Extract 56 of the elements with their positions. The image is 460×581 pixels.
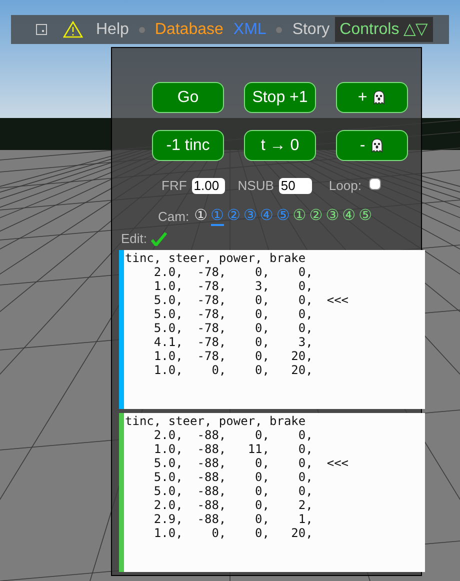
script-line: 2.0, -88, 0, 2, (152, 498, 313, 512)
control-button[interactable]: Stop +1 (244, 82, 316, 113)
ghost-icon (372, 90, 386, 105)
control-button[interactable]: + (336, 82, 408, 113)
script-line: 1.0, -78, 3, 0, (152, 278, 313, 292)
frf-label: FRF (162, 177, 187, 195)
nsub-label: NSUB (238, 177, 274, 195)
menu-tab[interactable]: Controls △▽ (334, 17, 433, 42)
script-editor[interactable]: tinc, steer, power, brake 2.0, -88, 0, 0, 1.0, -88, 11, 0, 5.0, -88, 0, 0, <<< 5.0, -88, 0, 0, 5.0, -88, 0, 0, 2.0, -88, 0, 2, 2.9, -88, 0, 1, 1.0, 0, 0, 20, (119, 412, 425, 572)
script-line: 2.9, -88, 0, 1, (152, 512, 313, 526)
cam-option[interactable]: ④ (260, 206, 274, 226)
control-button[interactable]: - (336, 130, 408, 161)
cam-option[interactable]: ④ (342, 206, 356, 226)
warning-icon[interactable] (63, 21, 83, 38)
script-line: 5.0, -78, 0, 0, (152, 292, 313, 306)
current-line-marker: <<< (326, 456, 349, 470)
script-line: tinc, steer, power, brake (125, 414, 306, 428)
cam-option[interactable]: ③ (326, 206, 340, 226)
script-line: 5.0, -88, 0, 0, (152, 456, 313, 470)
menu-tab-label: Controls △▽ (340, 20, 428, 40)
control-button[interactable]: -1 tinc (152, 130, 224, 161)
loop-label: Loop: (328, 177, 362, 195)
cam-option[interactable]: ⑤ (358, 206, 372, 226)
frf-input[interactable]: 1.00 (192, 178, 225, 194)
script-line: 5.0, -78, 0, 0, (152, 320, 313, 334)
script-line: 2.0, -88, 0, 0, (152, 428, 313, 442)
script-line: 1.0, 0, 0, 20, (152, 362, 313, 376)
cam-option[interactable]: ② (309, 206, 323, 226)
cam-label: Cam: (158, 208, 190, 226)
cam-option[interactable]: ② (226, 206, 240, 226)
cam-option[interactable]: ① (292, 206, 306, 226)
script-line: 2.0, -78, 0, 0, (152, 264, 313, 278)
script-line: 5.0, -88, 0, 0, (152, 470, 313, 484)
control-button[interactable]: t → 0 (244, 130, 316, 161)
edit-label: Edit: (121, 230, 148, 248)
script-line: 5.0, -78, 0, 0, (152, 306, 313, 320)
control-button[interactable]: Go (152, 82, 224, 113)
script-line: 5.0, -88, 0, 0, (152, 484, 313, 498)
script-editor[interactable]: tinc, steer, power, brake 2.0, -78, 0, 0, 1.0, -78, 3, 0, 5.0, -78, 0, 0, <<< 5.0, -78, 0, 0, 5.0, -78, 0, 0, 4.1, -78, 0, 3, 1.0, -78, 0, 20, 1.0, 0, 0, 20, (119, 250, 425, 408)
current-line-marker: <<< (326, 292, 349, 306)
cam-option[interactable]: ① (194, 206, 208, 226)
script-line: 1.0, 0, 0, 20, (152, 526, 313, 540)
cam-option[interactable]: ① (210, 206, 224, 226)
menu-link[interactable]: Story (287, 17, 335, 42)
cam-option[interactable]: ③ (243, 206, 257, 226)
menu-link[interactable]: Database (150, 17, 228, 42)
loop-checkbox[interactable] (369, 178, 382, 190)
square-icon[interactable] (36, 24, 47, 35)
cam-option[interactable]: ⑤ (276, 206, 290, 226)
script-line: 1.0, -88, 11, 0, (152, 442, 313, 456)
script-line: tinc, steer, power, brake (125, 250, 306, 264)
script-line: 1.0, -78, 0, 20, (152, 348, 313, 362)
ghost-icon (370, 138, 384, 153)
nsub-input[interactable]: 50 (278, 178, 312, 194)
script-line: 4.1, -78, 0, 3, (152, 334, 313, 348)
menu-link[interactable]: Help (91, 17, 134, 42)
